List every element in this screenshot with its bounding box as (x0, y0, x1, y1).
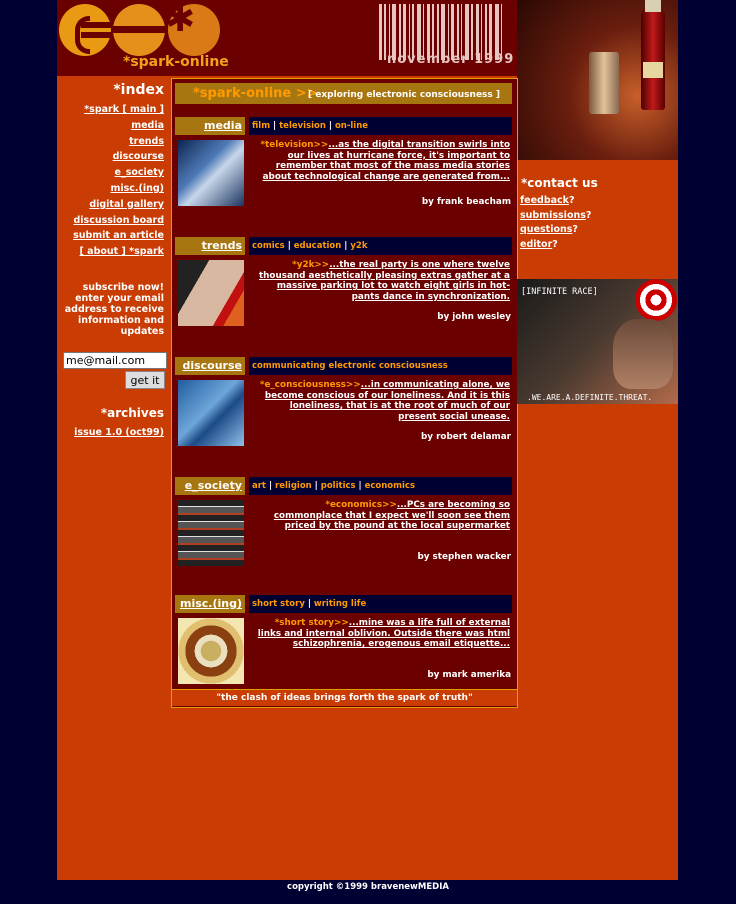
section-heading[interactable]: e_society (175, 477, 245, 495)
section-heading[interactable]: media (175, 117, 245, 135)
email-field[interactable] (63, 352, 167, 369)
section-media: media film | television | on-line *televis… (175, 117, 514, 227)
main-panel: *spark-online >> [ exploring electronic … (171, 78, 518, 708)
ad-portrait (613, 319, 673, 389)
section-teaser[interactable]: *e_consciousness>>...in communicating al… (255, 380, 510, 422)
logo-star-icon: ✱ (165, 0, 196, 40)
section-byline: by robert delamar (420, 432, 511, 442)
sidebar-link-misc[interactable]: misc.(ing) (57, 181, 169, 197)
sidebar-link-digital-gallery[interactable]: digital gallery (57, 197, 169, 213)
sidebar-link-discourse[interactable]: discourse (57, 149, 169, 165)
section-teaser[interactable]: *television>>...as the digital transitio… (255, 140, 510, 182)
subcategory-link[interactable]: religion (275, 481, 312, 491)
section-byline: by stephen wacker (417, 552, 511, 562)
sidebar: *index *spark [ main ] media trends disc… (57, 76, 169, 456)
section-thumbnail[interactable] (178, 380, 244, 446)
archives-link[interactable]: issue 1.0 (oct99) (74, 425, 169, 441)
section-subcategories: communicating electronic consciousness (249, 357, 512, 375)
subscribe-text: enter your email (75, 292, 164, 304)
section-discourse: discourse communicating electronic consci… (175, 357, 514, 467)
archives-title: *archives (100, 406, 164, 420)
section-thumbnail[interactable] (178, 618, 244, 684)
subscribe-text: address to receive (64, 303, 164, 315)
quote: "the clash of ideas brings forth the spa… (172, 689, 517, 706)
subscribe-text: subscribe now! (82, 281, 164, 293)
section-subcategories: comics | education | y2k (249, 237, 512, 255)
sidebar-link-submit-article[interactable]: submit an article (57, 228, 169, 244)
subscribe-button[interactable]: get it (125, 371, 165, 389)
sidebar-link-discussion-board[interactable]: discussion board (57, 213, 169, 229)
section-thumbnail[interactable] (178, 500, 244, 566)
section-subcategories: film | television | on-line (249, 117, 512, 135)
contact-link-editor[interactable]: editor? (517, 238, 678, 253)
ad-slogan: .WE.ARE.A.DEFINITE.THREAT. (527, 393, 653, 402)
sidebar-link-e-society[interactable]: e_society (57, 165, 169, 181)
sidebar-link-trends[interactable]: trends (57, 134, 169, 150)
infinite-race-ad[interactable]: [INFINITE RACE] .WE.ARE.A.DEFINITE.THREA… (517, 279, 678, 404)
subcategory-link[interactable]: art (252, 481, 266, 491)
logo-text[interactable]: *spark-online (123, 54, 229, 70)
sidebar-link-about[interactable]: [ about ] *spark (57, 244, 169, 260)
section-teaser[interactable]: *economics>>...PCs are becoming so commo… (255, 500, 510, 532)
main-title-bar: *spark-online >> [ exploring electronic … (175, 83, 512, 104)
subcategory-link[interactable]: television (279, 121, 326, 131)
main-title-tagline: [ exploring electronic consciousness ] (308, 90, 501, 100)
index-title: *index (113, 82, 164, 98)
subcategory-link[interactable]: short story (252, 599, 305, 609)
main-title-site: *spark-online >> (193, 86, 318, 101)
subcategory-link[interactable]: on-line (335, 121, 368, 131)
contact-title: *contact us (521, 176, 598, 190)
section-heading[interactable]: misc.(ing) (175, 595, 245, 613)
subcategory-link[interactable]: y2k (350, 241, 367, 251)
section-byline: by mark amerika (427, 670, 511, 680)
section-thumbnail[interactable] (178, 260, 244, 326)
section-heading[interactable]: trends (175, 237, 245, 255)
target-icon (635, 279, 677, 321)
section-teaser[interactable]: *short story>>...mine was a life full of… (255, 618, 510, 650)
footer-copyright: copyright ©1999 bravenewMEDIA (287, 882, 449, 892)
ad-title: [INFINITE RACE] (521, 287, 598, 297)
section-e_society: e_society art | religion | politics | eco… (175, 477, 514, 587)
section-byline: by frank beacham (421, 197, 511, 207)
contact-link-feedback[interactable]: feedback? (517, 194, 678, 209)
section-subcategories: art | religion | politics | economics (249, 477, 512, 495)
issue-month: november 1999 (387, 52, 515, 67)
logo-minus-icon (113, 4, 165, 56)
section-thumbnail[interactable] (178, 140, 244, 206)
sidebar-link-main[interactable]: *spark [ main ] (57, 102, 169, 118)
subcategory-link[interactable]: comics (252, 241, 285, 251)
subcategory-link[interactable]: communicating electronic consciousness (252, 361, 448, 371)
sidebar-link-media[interactable]: media (57, 118, 169, 134)
subcategory-link[interactable]: education (294, 241, 342, 251)
subcategory-link[interactable]: film (252, 121, 270, 131)
subscribe-text: information and (77, 314, 164, 326)
right-column: *contact us feedback? submissions? quest… (517, 160, 678, 404)
section-teaser[interactable]: *y2k>>...the real party is one where twe… (255, 260, 510, 302)
page-container: ✱ *spark-online november 1999 *index *sp… (57, 0, 678, 880)
section-heading[interactable]: discourse (175, 357, 245, 375)
contact-link-questions[interactable]: questions? (517, 223, 678, 238)
subcategory-link[interactable]: economics (365, 481, 415, 491)
subcategory-link[interactable]: writing life (314, 599, 366, 609)
section-subcategories: short story | writing life (249, 595, 512, 613)
header-photo-bottles (517, 0, 678, 160)
subscribe-text: updates (120, 325, 164, 337)
contact-link-submissions[interactable]: submissions? (517, 209, 678, 224)
section-byline: by john wesley (437, 312, 511, 322)
logo-plug-icon (59, 4, 111, 56)
header: ✱ *spark-online november 1999 (57, 0, 517, 76)
section-trends: trends comics | education | y2k *y2k>>...t… (175, 237, 514, 347)
subcategory-link[interactable]: politics (321, 481, 356, 491)
